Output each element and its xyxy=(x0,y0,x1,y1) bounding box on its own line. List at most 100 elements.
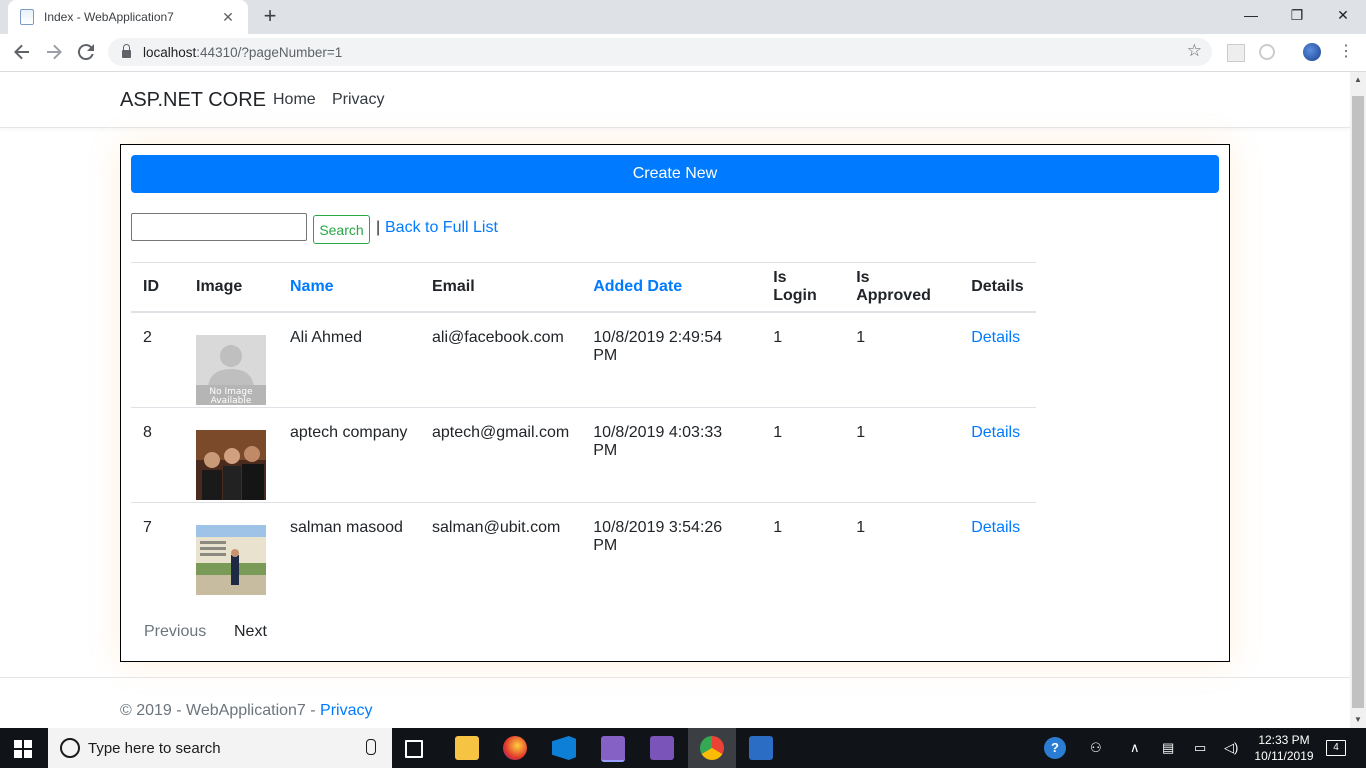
user-photo xyxy=(196,524,266,595)
nav-home-link[interactable]: Home xyxy=(273,91,316,109)
page-viewport: ASP.NET CORE Home Privacy Create New Sea… xyxy=(0,72,1350,728)
cell-name: aptech company xyxy=(278,406,420,502)
create-new-button[interactable]: Create New xyxy=(131,155,1219,193)
microphone-icon[interactable] xyxy=(366,739,376,755)
profile-avatar[interactable] xyxy=(1303,43,1321,61)
search-button[interactable]: Search xyxy=(313,215,370,244)
chevron-up-icon[interactable]: ∧ xyxy=(1130,740,1140,756)
help-icon[interactable]: ? xyxy=(1044,737,1066,759)
pager-next[interactable]: Next xyxy=(234,623,267,641)
cell-added-date: 10/8/2019 3:54:26 PM xyxy=(581,501,762,597)
file-explorer-icon[interactable] xyxy=(455,736,479,760)
browser-tab[interactable]: Index - WebApplication7 ✕ xyxy=(8,0,248,34)
cell-is-approved: 1 xyxy=(844,501,960,597)
pager-previous: Previous xyxy=(144,623,207,640)
table-header-row: ID Image Name Email Added Date Is Login … xyxy=(131,262,1036,313)
content-card: Create New Search | Back to Full List ID… xyxy=(120,144,1230,662)
cell-image: No Image Available xyxy=(184,312,278,407)
scroll-thumb[interactable] xyxy=(1352,96,1364,708)
firefox-icon[interactable] xyxy=(503,736,527,760)
notification-icon[interactable]: 4 xyxy=(1326,740,1346,756)
network-icon[interactable]: ▭ xyxy=(1194,740,1206,756)
cortana-icon xyxy=(60,738,80,758)
footer-privacy-link[interactable]: Privacy xyxy=(320,702,372,719)
app-window-icon[interactable] xyxy=(749,736,773,760)
people-icon[interactable]: ⚇ xyxy=(1090,740,1102,756)
footer-text: © 2019 - WebApplication7 - Privacy xyxy=(120,702,373,720)
back-arrow-icon[interactable] xyxy=(10,40,34,64)
notification-count: 4 xyxy=(1333,742,1339,753)
cell-id: 8 xyxy=(131,406,184,502)
cell-image xyxy=(184,406,278,502)
network-drive-icon[interactable]: ▤ xyxy=(1162,740,1174,756)
cell-details: Details xyxy=(959,406,1036,502)
details-link[interactable]: Details xyxy=(971,519,1020,536)
visual-studio-icon[interactable] xyxy=(601,736,625,762)
cell-added-date: 10/8/2019 2:49:54 PM xyxy=(593,329,723,364)
search-input[interactable] xyxy=(131,213,307,241)
column-header-added-date[interactable]: Added Date xyxy=(581,262,762,313)
no-image-placeholder: No Image Available xyxy=(196,335,266,405)
forward-arrow-icon[interactable] xyxy=(42,40,66,64)
clock-time: 12:33 PM xyxy=(1258,733,1310,747)
cell-name: Ali Ahmed xyxy=(290,329,363,346)
volume-icon[interactable]: ◁) xyxy=(1224,740,1238,756)
restore-button[interactable]: ❐ xyxy=(1274,0,1320,30)
url-path: :44310/?pageNumber=1 xyxy=(196,44,343,60)
menu-icon[interactable]: ⋮ xyxy=(1338,44,1354,60)
lock-icon xyxy=(122,44,131,58)
cell-email: ali@facebook.com xyxy=(432,329,564,346)
cell-is-approved: 1 xyxy=(844,406,960,502)
separator: | xyxy=(376,219,381,236)
taskbar-search-placeholder: Type here to search xyxy=(88,740,221,757)
taskbar-search-box[interactable]: Type here to search xyxy=(48,728,392,768)
browser-tabstrip: Index - WebApplication7 ✕ + — ❐ ✕ xyxy=(0,0,1366,34)
user-photo xyxy=(196,429,266,500)
windows-start-icon[interactable] xyxy=(14,740,32,758)
column-header-image: Image xyxy=(184,262,278,313)
task-view-icon[interactable] xyxy=(405,740,423,758)
copyright-text: © 2019 - WebApplication7 - xyxy=(120,702,321,719)
cell-is-approved: 1 xyxy=(856,329,866,346)
cell-email: aptech@gmail.com xyxy=(420,406,582,502)
column-header-email: Email xyxy=(420,262,582,313)
table-row: 8 aptech company aptech@gmail.com 10/8/2… xyxy=(131,406,1036,502)
taskbar-clock[interactable]: 12:33 PM 10/11/2019 xyxy=(1252,732,1316,764)
column-header-details: Details xyxy=(959,262,1036,313)
extension-icon[interactable] xyxy=(1259,44,1275,60)
visual-studio-icon[interactable] xyxy=(650,736,674,760)
cell-is-login: 1 xyxy=(773,329,783,346)
page-scrollbar[interactable]: ▲ ▼ xyxy=(1350,72,1366,728)
reload-icon[interactable] xyxy=(74,40,98,64)
details-link[interactable]: Details xyxy=(971,424,1020,441)
url-host: localhost xyxy=(143,44,197,60)
column-header-is-approved: Is Approved xyxy=(844,262,960,313)
minimize-button[interactable]: — xyxy=(1228,0,1274,30)
nav-privacy-link[interactable]: Privacy xyxy=(332,91,384,109)
close-window-button[interactable]: ✕ xyxy=(1320,0,1366,30)
vscode-icon[interactable] xyxy=(552,736,576,760)
bookmark-star-icon[interactable]: ☆ xyxy=(1187,41,1202,61)
cell-image xyxy=(184,501,278,597)
site-navbar: ASP.NET CORE Home Privacy xyxy=(0,72,1350,128)
page-icon xyxy=(20,9,34,25)
column-header-name[interactable]: Name xyxy=(278,262,420,313)
scroll-down-icon[interactable]: ▼ xyxy=(1350,712,1366,728)
extension-icon[interactable] xyxy=(1227,44,1245,62)
column-header-is-login: Is Login xyxy=(761,262,845,313)
cell-details: Details xyxy=(959,501,1036,597)
tab-close-icon[interactable]: ✕ xyxy=(220,9,236,26)
scroll-up-icon[interactable]: ▲ xyxy=(1350,72,1366,88)
cell-details: Details xyxy=(959,312,1035,407)
new-tab-button[interactable]: + xyxy=(258,4,282,28)
tab-title: Index - WebApplication7 xyxy=(44,10,174,24)
back-to-full-list-link[interactable]: Back to Full List xyxy=(385,219,498,237)
address-bar[interactable]: localhost:44310/?pageNumber=1 ☆ xyxy=(108,38,1212,66)
cell-name: salman masood xyxy=(278,501,420,597)
cell-id: 2 xyxy=(143,329,152,346)
table-row: 7 salman masood salman@ubit.com 10/8/201… xyxy=(131,501,1036,597)
details-link[interactable]: Details xyxy=(971,329,1020,346)
chrome-icon[interactable] xyxy=(700,736,724,760)
brand-link[interactable]: ASP.NET CORE xyxy=(120,89,266,112)
cell-added-date: 10/8/2019 4:03:33 PM xyxy=(581,406,762,502)
